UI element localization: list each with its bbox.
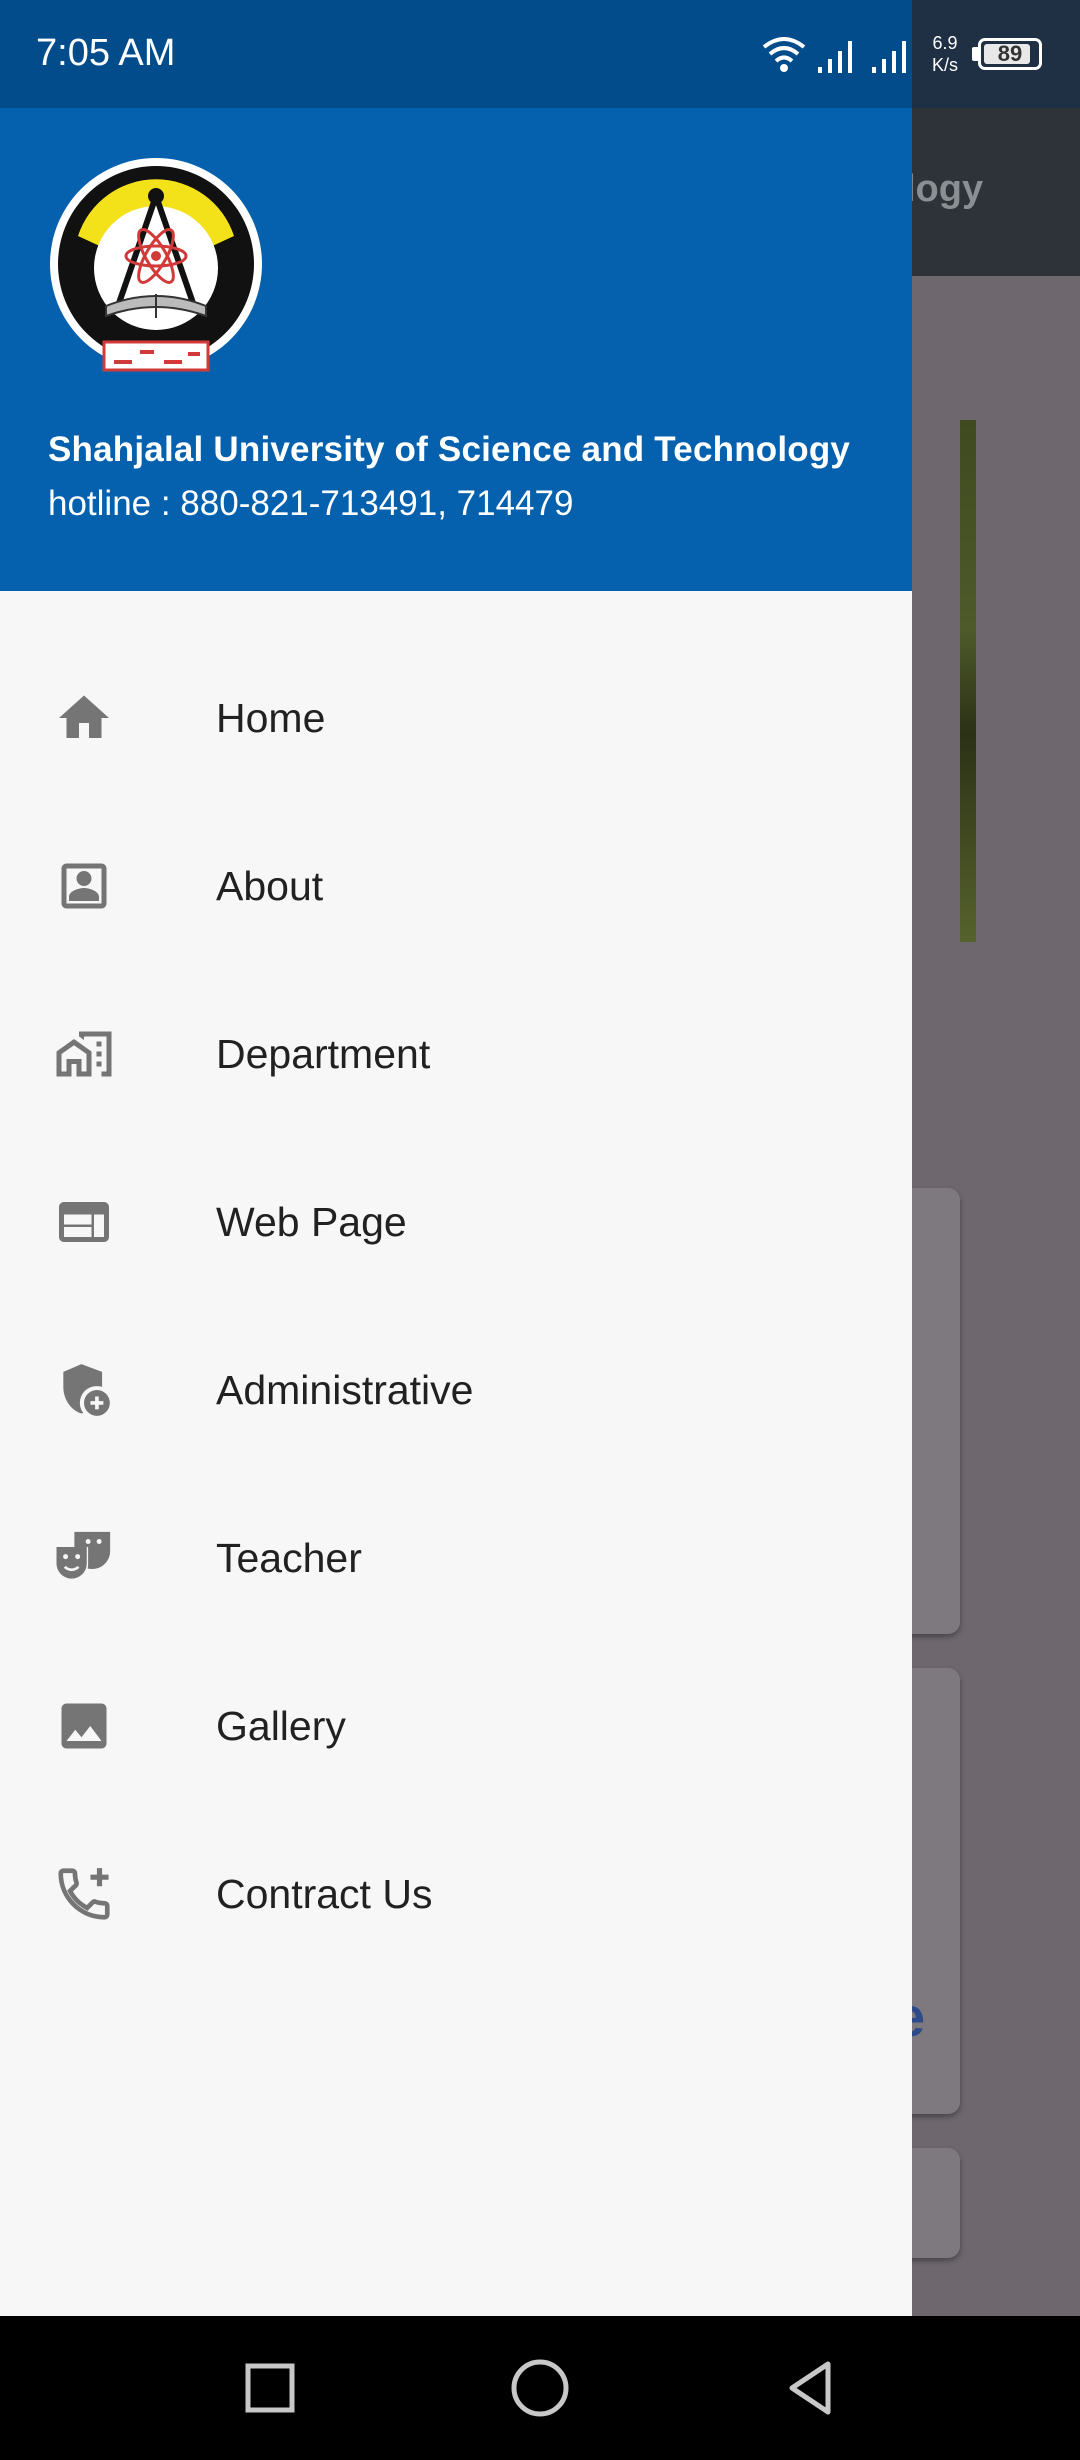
- square-icon: [245, 2363, 295, 2413]
- menu-item-label: Teacher: [216, 1534, 362, 1581]
- battery-icon: 89: [978, 38, 1042, 70]
- back-triangle-icon: [789, 2361, 831, 2415]
- menu-item-gallery[interactable]: Gallery: [0, 1642, 912, 1810]
- battery-level: 89: [997, 41, 1023, 66]
- home-button[interactable]: [504, 2352, 576, 2424]
- hotline-text: hotline : 880-821-713491, 714479: [48, 484, 574, 523]
- web-icon: [50, 1188, 118, 1256]
- drawer-menu: Home About Department Web Page Administr: [0, 634, 912, 1978]
- recents-button[interactable]: [234, 2352, 306, 2424]
- contact-card-icon: [50, 852, 118, 920]
- menu-item-label: Gallery: [216, 1702, 346, 1749]
- menu-item-label: Administrative: [216, 1366, 474, 1413]
- drawer-header: Shahjalal University of Science and Tech…: [0, 108, 912, 591]
- back-button[interactable]: [774, 2352, 846, 2424]
- system-nav-bar: [0, 2316, 1080, 2460]
- menu-item-label: Department: [216, 1030, 431, 1077]
- add-call-icon: [50, 1860, 118, 1928]
- network-speed-value: 6.9: [932, 33, 958, 53]
- admin-shield-icon: [50, 1356, 118, 1424]
- circle-icon: [511, 2359, 569, 2417]
- image-icon: [50, 1692, 118, 1760]
- background-app-title: logy: [905, 168, 984, 210]
- network-speed-unit: K/s: [931, 55, 958, 75]
- menu-item-about[interactable]: About: [0, 802, 912, 970]
- status-bar: 7:05 AM 6.9 K/s 89: [0, 0, 1080, 108]
- menu-item-teacher[interactable]: Teacher: [0, 1474, 912, 1642]
- menu-item-administrative[interactable]: Administrative: [0, 1306, 912, 1474]
- domain-icon: [50, 1020, 118, 1088]
- menu-item-department[interactable]: Department: [0, 970, 912, 1138]
- background-banner-image: [960, 420, 976, 942]
- menu-item-label: Web Page: [216, 1198, 407, 1245]
- signal-icon: [872, 41, 906, 73]
- menu-item-label: Home: [216, 694, 326, 741]
- menu-item-home[interactable]: Home: [0, 634, 912, 802]
- menu-item-label: Contract Us: [216, 1870, 433, 1917]
- status-time: 7:05 AM: [36, 32, 176, 74]
- home-icon: [50, 684, 118, 752]
- network-speed: 6.9 K/s: [930, 32, 960, 76]
- wifi-icon: [762, 37, 806, 72]
- university-logo: [50, 158, 262, 372]
- university-name: Shahjalal University of Science and Tech…: [48, 430, 851, 469]
- menu-item-contract-us[interactable]: Contract Us: [0, 1810, 912, 1978]
- menu-item-label: About: [216, 862, 324, 909]
- signal-icon: [818, 41, 852, 73]
- navigation-drawer: Shahjalal University of Science and Tech…: [0, 108, 912, 2316]
- theater-masks-icon: [50, 1524, 118, 1592]
- menu-item-web-page[interactable]: Web Page: [0, 1138, 912, 1306]
- status-icons: [762, 30, 914, 80]
